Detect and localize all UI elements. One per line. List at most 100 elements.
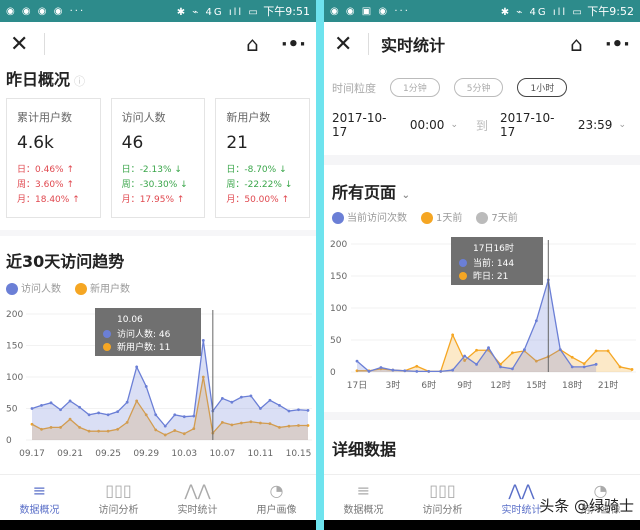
chart-legend: 访问人数 新用户数 (0, 280, 316, 295)
more-icon[interactable]: ·•· (605, 34, 630, 55)
stat-card[interactable]: 新用户数 21 日：-8.70% ↓ 周：-22.22% ↓ 月：50.00% ↑ (215, 98, 311, 218)
more-icon[interactable]: ·•· (281, 34, 306, 55)
close-icon[interactable]: ✕ (334, 32, 356, 57)
data-point (451, 368, 455, 372)
nav-item[interactable]: ≡ 数据概况 (324, 475, 403, 520)
tooltip-line: 新用户数: 11 (117, 341, 170, 353)
x-tick-label: 15时 (526, 379, 546, 391)
data-point (391, 368, 395, 372)
x-tick-label: 10.11 (248, 449, 274, 459)
data-point (59, 408, 62, 412)
x-tick-label: 10.07 (209, 449, 235, 459)
y-tick-label: 50 (330, 336, 342, 346)
summary-cards: 累计用户数 4.6k 日：0.46% ↑ 周：3.60% ↑ 月：18.40% ↑ 访问人… (0, 90, 316, 226)
data-point (106, 413, 110, 417)
date-range: 2017-10-17 00:00 ⌄ 到 2017-10-17 23:59 ⌄ (324, 97, 640, 153)
data-point (427, 369, 431, 373)
start-time[interactable]: 00:00 (410, 118, 445, 132)
page-select[interactable]: 所有页面 ⌄ (324, 165, 640, 209)
tooltip-dot-icon (103, 330, 111, 338)
chevron-down-icon[interactable]: ⌄ (450, 120, 458, 130)
stat-change: 月：18.40% ↑ (17, 195, 80, 205)
y-tick-label: 150 (6, 342, 23, 352)
y-tick-label: 100 (6, 373, 23, 383)
data-point (355, 359, 359, 363)
data-point (278, 403, 281, 407)
notification-icons: ◉ ◉ ◉ ◉ ··· (6, 5, 86, 17)
legend-dot-icon (6, 283, 18, 295)
info-icon[interactable]: ⓘ (74, 75, 85, 88)
x-tick-label: 09.17 (19, 449, 45, 459)
stat-value: 4.6k (17, 133, 54, 153)
legend-label: 当前访问次数 (347, 213, 407, 224)
data-point (630, 368, 634, 371)
status-time: 下午9:51 (263, 5, 310, 18)
nav-icon: ≡ (32, 481, 47, 500)
data-point (522, 348, 526, 351)
nav-icon: ◔ (269, 481, 284, 500)
legend-label: 7天前 (491, 213, 518, 224)
data-point (439, 369, 443, 373)
header-divider (44, 33, 45, 55)
left-phone-screen: ◉ ◉ ◉ ◉ ··· ✱ ⌁ 4G ıll ▭ 下午9:51 ✕ ⌂ ·•· 昨… (0, 0, 316, 530)
tooltip-dot-icon (103, 343, 111, 351)
legend-item[interactable]: 1天前 (421, 209, 462, 224)
legend-dot-icon (476, 212, 489, 224)
detail-title: 详细数据 (332, 440, 397, 459)
data-point (116, 410, 120, 414)
stat-card[interactable]: 访问人数 46 日：-2.13% ↓ 周：-30.30% ↓ 月：17.95% ↑ (110, 98, 206, 218)
start-date[interactable]: 2017-10-17 (332, 111, 390, 139)
data-point (259, 407, 262, 410)
data-point (230, 400, 234, 404)
nav-item[interactable]: ⋀⋀ 实时统计 (158, 475, 237, 520)
x-tick-label: 10.03 (171, 449, 197, 459)
stat-value: 46 (121, 133, 144, 153)
system-bar (324, 520, 640, 530)
end-time[interactable]: 23:59 (578, 118, 613, 132)
stat-card[interactable]: 累计用户数 4.6k 日：0.46% ↑ 周：3.60% ↑ 月：18.40% ↑ (6, 98, 101, 218)
legend-dot-icon (332, 212, 344, 224)
data-point (163, 424, 167, 428)
granularity-1hour[interactable]: 1小时 (517, 78, 568, 97)
nav-label: 实时统计 (177, 505, 218, 516)
data-point (220, 397, 224, 400)
granularity-1min[interactable]: 1分钟 (390, 78, 440, 97)
system-bar (0, 520, 316, 530)
legend-dot-icon (75, 283, 87, 295)
end-date[interactable]: 2017-10-17 (500, 111, 558, 139)
data-point (125, 400, 129, 404)
signal-icons: ✱ ⌁ 4G ıll ▭ (500, 7, 584, 18)
stat-label: 新用户数 (226, 111, 271, 124)
legend-dot-icon (421, 212, 433, 224)
home-icon[interactable]: ⌂ (570, 32, 583, 56)
arrow-down-icon: ↓ (279, 165, 287, 175)
legend-item[interactable]: 新用户数 (75, 280, 130, 295)
data-point (49, 401, 53, 405)
data-point (487, 346, 490, 350)
granularity-5min[interactable]: 5分钟 (453, 78, 504, 97)
chevron-down-icon[interactable]: ⌄ (618, 120, 626, 130)
stat-value: 21 (226, 133, 248, 153)
nav-item[interactable]: ◔ 用户画像 (237, 475, 316, 520)
data-point (144, 385, 148, 388)
stat-change: 周：3.60% ↑ (17, 180, 75, 190)
nav-item[interactable]: ▯▯▯ 访问分析 (79, 475, 158, 520)
data-point (570, 365, 574, 369)
x-tick-label: 18时 (562, 379, 582, 391)
arrow-down-icon: ↓ (180, 180, 188, 190)
stat-change: 周：-30.30% ↓ (121, 180, 188, 190)
notification-icons: ◉ ◉ ▣ ◉ ··· (330, 5, 410, 17)
legend-item[interactable]: 7天前 (476, 209, 518, 224)
data-point (379, 366, 383, 369)
close-icon[interactable]: ✕ (10, 32, 32, 57)
data-point (287, 409, 291, 413)
realtime-chart[interactable]: 0 50 100 150 200 17日 3时 6时 9时 12时 15时 18时 21时 17日16时当… (324, 228, 640, 398)
legend-item[interactable]: 当前访问次数 (332, 209, 407, 224)
visit-trend-chart[interactable]: 0 50 100 150 200 09.17 09.21 09.25 09.29 10.03 10.… (0, 300, 316, 470)
nav-item[interactable]: ▯▯▯ 访问分析 (403, 475, 482, 520)
legend-item[interactable]: 访问人数 (6, 280, 61, 295)
data-point (403, 369, 407, 373)
nav-item[interactable]: ≡ 数据概况 (0, 475, 79, 520)
data-point (30, 407, 34, 410)
home-icon[interactable]: ⌂ (246, 32, 259, 56)
